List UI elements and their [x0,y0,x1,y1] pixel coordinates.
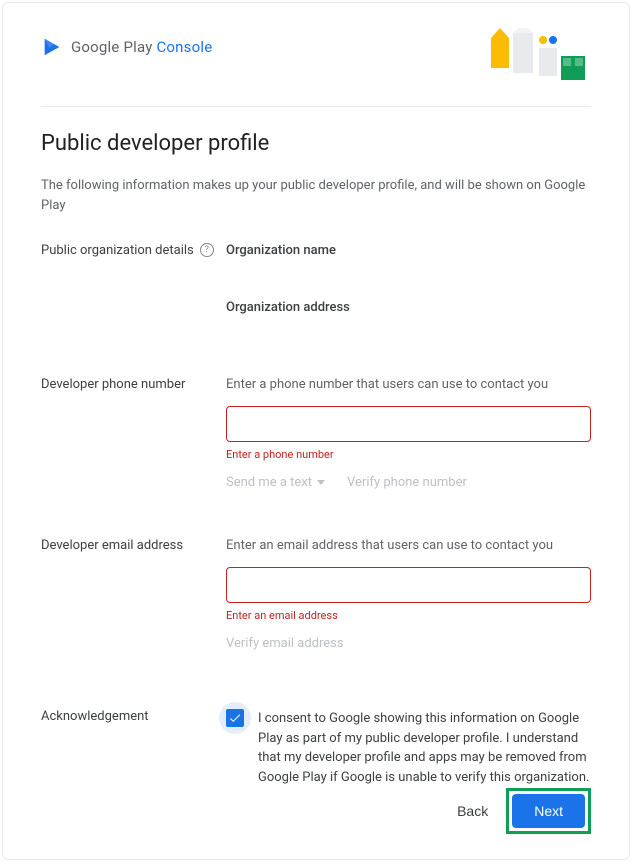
email-error: Enter an email address [226,609,591,622]
org-name-label: Organization name [226,243,591,258]
logo-text: Google Play Console [71,38,212,56]
consent-checkbox[interactable] [226,709,244,727]
decorative-illustration [491,28,591,88]
page-title: Public developer profile [41,131,591,156]
next-button-highlight: Next [506,788,591,834]
verify-phone-link: Verify phone number [347,475,467,490]
phone-input[interactable] [226,406,591,442]
next-button[interactable]: Next [512,794,585,828]
page-description: The following information makes up your … [41,176,591,215]
consent-text: I consent to Google showing this informa… [258,709,591,787]
chevron-down-icon [317,480,325,485]
play-icon [41,36,63,58]
email-section-label: Developer email address [41,538,226,681]
play-console-logo: Google Play Console [41,36,212,58]
email-hint: Enter an email address that users can us… [226,538,591,553]
org-section-label: Public organization details ? [41,243,226,319]
phone-error: Enter a phone number [226,448,591,461]
ack-section-label: Acknowledgement [41,709,226,787]
phone-hint: Enter a phone number that users can use … [226,377,591,392]
phone-section-label: Developer phone number [41,377,226,520]
help-icon[interactable]: ? [200,243,214,257]
divider [41,106,591,107]
email-input[interactable] [226,567,591,603]
verify-email-link: Verify email address [226,636,344,651]
send-text-dropdown: Send me a text [226,475,325,490]
back-button[interactable]: Back [457,803,488,819]
org-address-label: Organization address [226,300,591,315]
